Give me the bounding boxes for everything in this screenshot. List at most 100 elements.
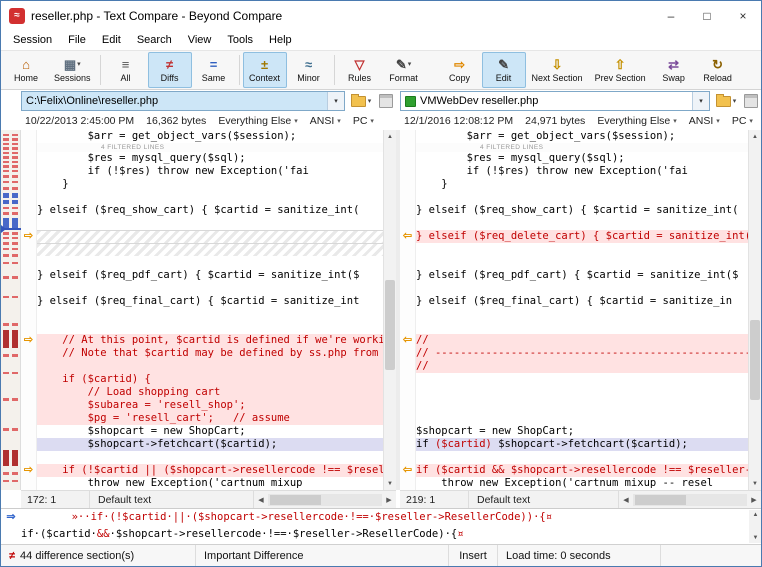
left-browse-button[interactable]: ▾: [348, 91, 374, 111]
menu-view[interactable]: View: [180, 31, 220, 49]
maximize-icon[interactable]: □: [689, 1, 725, 30]
code-line[interactable]: } elseif ($req_delete_cart) { $cartid = …: [416, 230, 748, 243]
code-line[interactable]: $arr = get_object_vars($session);: [37, 130, 383, 143]
code-line[interactable]: $pg = 'resell_cart'; // assume: [37, 412, 383, 425]
minor-button[interactable]: ≈Minor: [287, 52, 331, 88]
left-path-combobox[interactable]: C:\Felix\Online\reseller.php ▾: [21, 91, 345, 111]
right-lineending-dropdown[interactable]: PC▾: [732, 115, 753, 127]
scroll-up-icon[interactable]: ▲: [753, 512, 759, 518]
left-vertical-scrollbar[interactable]: ▲ ▼: [383, 130, 396, 490]
code-line[interactable]: [37, 451, 383, 464]
format-button[interactable]: ✎▾Format: [382, 52, 426, 88]
edit-button[interactable]: ✎Edit: [482, 52, 526, 88]
scroll-down-icon[interactable]: ▼: [753, 535, 759, 541]
code-line[interactable]: [37, 321, 383, 334]
right-save-button[interactable]: [742, 91, 760, 111]
code-line[interactable]: [416, 386, 748, 399]
right-editor[interactable]: $arr = get_object_vars($session);4 FILTE…: [416, 130, 748, 490]
scroll-left-icon[interactable]: ◀: [619, 496, 633, 504]
prev-section-button[interactable]: ⇧Prev Section: [589, 52, 652, 88]
code-line[interactable]: } elseif ($req_final_cart) { $cartid = s…: [37, 295, 383, 308]
right-path-dropdown-icon[interactable]: ▾: [692, 92, 709, 110]
right-filter-dropdown[interactable]: Everything Else▾: [597, 115, 676, 127]
scroll-up-icon[interactable]: ▲: [384, 130, 396, 143]
code-line[interactable]: [37, 282, 383, 295]
left-encoding-dropdown[interactable]: ANSI▾: [310, 115, 341, 127]
scrollbar-track[interactable]: [633, 494, 747, 506]
code-line[interactable]: } elseif ($req_pdf_cart) { $cartid = san…: [37, 269, 383, 282]
code-line[interactable]: } elseif ($req_show_cart) { $cartid = sa…: [37, 204, 383, 217]
code-line[interactable]: [416, 321, 748, 334]
code-line[interactable]: [37, 191, 383, 204]
code-line[interactable]: //: [416, 360, 748, 373]
copy-button[interactable]: ⇨Copy: [438, 52, 482, 88]
code-line[interactable]: //: [416, 334, 748, 347]
code-line[interactable]: [416, 308, 748, 321]
scrollbar-thumb[interactable]: [385, 280, 395, 370]
code-line[interactable]: $res = mysql_query($sql);: [416, 152, 748, 165]
code-line[interactable]: if (!$cartid || ($shopcart->resellercode…: [37, 464, 383, 477]
copy-right-arrow-icon[interactable]: ⇨: [21, 464, 36, 477]
minimize-icon[interactable]: –: [653, 1, 689, 30]
scrollbar-track[interactable]: [268, 494, 382, 506]
code-line[interactable]: [416, 451, 748, 464]
right-browse-button[interactable]: ▾: [713, 91, 739, 111]
code-line[interactable]: [37, 256, 383, 269]
code-line[interactable]: $res = mysql_query($sql);: [37, 152, 383, 165]
copy-right-arrow-icon[interactable]: ⇨: [21, 334, 36, 347]
home-button[interactable]: ⌂Home: [4, 52, 48, 88]
menu-help[interactable]: Help: [261, 31, 300, 49]
reload-button[interactable]: ↻Reload: [696, 52, 740, 88]
code-line[interactable]: // -------------------------------------…: [416, 347, 748, 360]
code-line[interactable]: if (!$res) throw new Exception('fai: [37, 165, 383, 178]
left-path-dropdown-icon[interactable]: ▾: [327, 92, 344, 110]
code-line[interactable]: }: [416, 178, 748, 191]
code-line[interactable]: [416, 243, 748, 256]
code-line[interactable]: if (!$res) throw new Exception('fai: [416, 165, 748, 178]
all-button[interactable]: ≡All: [104, 52, 148, 88]
code-line[interactable]: }: [37, 178, 383, 191]
right-encoding-dropdown[interactable]: ANSI▾: [689, 115, 720, 127]
code-line[interactable]: [416, 217, 748, 230]
sessions-button[interactable]: ▦▾Sessions: [48, 52, 97, 88]
code-line[interactable]: if ($cartid && $shopcart->resellercode !…: [416, 464, 748, 477]
left-lineending-dropdown[interactable]: PC▾: [353, 115, 374, 127]
left-editor[interactable]: $arr = get_object_vars($session);4 FILTE…: [37, 130, 383, 490]
code-line[interactable]: $arr = get_object_vars($session);: [416, 130, 748, 143]
scrollbar-thumb[interactable]: [750, 320, 760, 400]
scrollbar-thumb[interactable]: [270, 495, 321, 505]
code-line[interactable]: $shopcart = new ShopCart;: [37, 425, 383, 438]
menu-file[interactable]: File: [60, 31, 94, 49]
code-line[interactable]: } elseif ($req_pdf_cart) { $cartid = san…: [416, 269, 748, 282]
code-line[interactable]: if ($cartid) $shopcart->fetchcart($carti…: [416, 438, 748, 451]
context-button[interactable]: ±Context: [243, 52, 287, 88]
code-line[interactable]: [416, 399, 748, 412]
code-line[interactable]: throw new Exception('cartnum mixup: [37, 477, 383, 490]
copy-left-arrow-icon[interactable]: ⇦: [400, 334, 415, 347]
scrollbar-thumb[interactable]: [635, 495, 686, 505]
menu-tools[interactable]: Tools: [219, 31, 261, 49]
scroll-up-icon[interactable]: ▲: [749, 130, 761, 143]
code-line[interactable]: } elseif ($req_final_cart) { $cartid = s…: [416, 295, 748, 308]
same-button[interactable]: =Same: [192, 52, 236, 88]
filtered-lines-marker[interactable]: 4 FILTERED LINES: [416, 143, 748, 152]
copy-left-arrow-icon[interactable]: ⇦: [400, 230, 415, 243]
code-line[interactable]: [37, 217, 383, 230]
code-line[interactable]: // At this point, $cartid is defined if …: [37, 334, 383, 347]
code-line[interactable]: } elseif ($req_show_cart) { $cartid = sa…: [416, 204, 748, 217]
scroll-down-icon[interactable]: ▼: [384, 477, 396, 490]
code-line[interactable]: // Load shopping cart: [37, 386, 383, 399]
code-line[interactable]: throw new Exception('cartnum mixup -- re…: [416, 477, 748, 490]
code-line[interactable]: [416, 191, 748, 204]
next-section-button[interactable]: ⇩Next Section: [526, 52, 589, 88]
code-line[interactable]: [37, 308, 383, 321]
code-line[interactable]: [37, 360, 383, 373]
copy-right-arrow-icon[interactable]: ⇨: [21, 230, 36, 243]
copy-left-arrow-icon[interactable]: ⇦: [400, 464, 415, 477]
code-line[interactable]: // Note that $cartid may be defined by s…: [37, 347, 383, 360]
code-line[interactable]: if ($cartid) {: [37, 373, 383, 386]
code-line[interactable]: $shopcart->fetchcart($cartid);: [37, 438, 383, 451]
missing-lines-gap[interactable]: [37, 230, 383, 243]
code-line[interactable]: [416, 373, 748, 386]
code-line[interactable]: $subarea = 'resell_shop';: [37, 399, 383, 412]
